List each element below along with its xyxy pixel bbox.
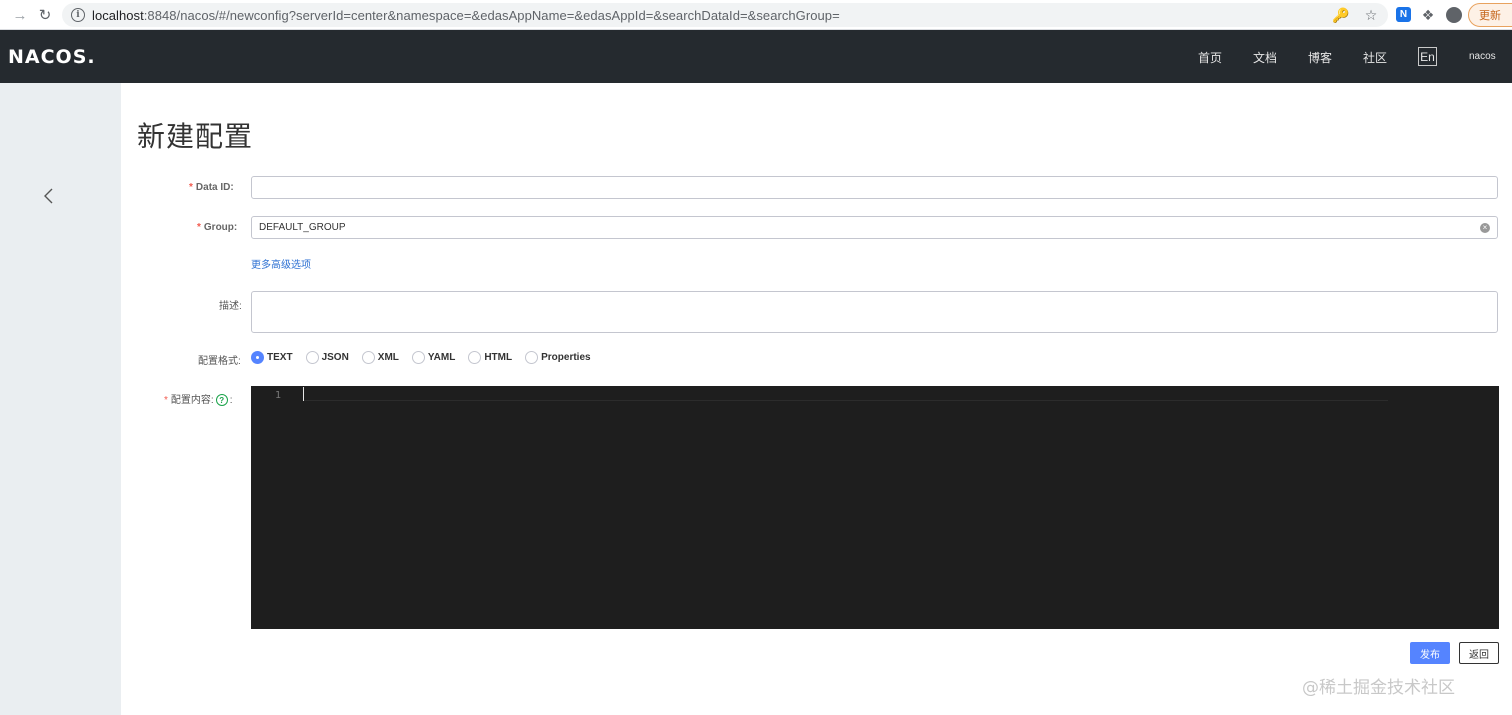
radio-label: XML: [377, 351, 399, 363]
data-id-label-text: Data ID:: [195, 182, 234, 193]
radio-circle: [305, 350, 319, 364]
description-textarea[interactable]: [251, 291, 1498, 333]
group-label-text: Group:: [203, 222, 238, 233]
format-radio-json[interactable]: JSON: [305, 350, 349, 364]
page-title: 新建配置: [137, 120, 254, 153]
user-name[interactable]: nacos: [1469, 51, 1496, 62]
key-icon[interactable]: 🔑: [1332, 6, 1350, 24]
radio-circle: [468, 350, 482, 364]
group-label: * Group:: [197, 222, 237, 233]
star-icon[interactable]: ☆: [1362, 6, 1380, 24]
url-text: localhost:8848/nacos/#/newconfig?serverI…: [92, 8, 840, 23]
group-input[interactable]: DEFAULT_GROUP ×: [251, 216, 1498, 239]
content-label-colon: :: [229, 395, 233, 406]
content-label: * 配置内容:?:: [164, 391, 233, 407]
extension-icon[interactable]: N: [1396, 7, 1411, 22]
text-caret: [303, 387, 304, 401]
radio-circle: [411, 350, 425, 364]
active-line: [303, 386, 1388, 401]
format-radio-group: TEXT JSON XML YAML HTML Properties: [251, 349, 604, 365]
browser-toolbar: → ↻ i localhost:8848/nacos/#/newconfig?s…: [0, 0, 1512, 30]
format-radio-xml[interactable]: XML: [361, 350, 399, 364]
url-path: :8848/nacos/#/newconfig?serverId=center&…: [143, 7, 840, 23]
content-label-text: 配置内容:: [170, 395, 214, 406]
nacos-logo[interactable]: NACOS.: [8, 46, 96, 68]
advanced-options-link[interactable]: 更多高级选项: [251, 256, 311, 271]
data-id-label: * Data ID:: [189, 182, 234, 193]
required-mark: *: [189, 182, 193, 193]
reload-icon[interactable]: ↻: [34, 4, 56, 26]
nav-blog[interactable]: 博客: [1308, 49, 1332, 66]
radio-label: Properties: [541, 351, 591, 363]
forward-arrow-icon[interactable]: →: [9, 4, 31, 26]
nav-docs[interactable]: 文档: [1253, 49, 1277, 66]
config-content-editor[interactable]: 1: [251, 386, 1499, 629]
watermark: @稀土掘金技术社区: [1302, 678, 1455, 698]
nav-community[interactable]: 社区: [1363, 49, 1387, 66]
radio-label: YAML: [427, 351, 456, 363]
required-mark: *: [197, 222, 201, 233]
clear-icon[interactable]: ×: [1480, 223, 1490, 233]
format-label: 配置格式:: [198, 356, 241, 367]
language-toggle[interactable]: En: [1418, 47, 1437, 66]
radio-label: JSON: [321, 351, 349, 363]
sidebar: [0, 83, 121, 715]
group-input-value: DEFAULT_GROUP: [259, 222, 346, 233]
nav-home[interactable]: 首页: [1198, 49, 1222, 66]
radio-label: HTML: [484, 351, 513, 363]
publish-button[interactable]: 发布: [1410, 642, 1450, 664]
radio-circle: [251, 350, 264, 364]
format-radio-text[interactable]: TEXT: [251, 350, 293, 364]
required-mark: *: [164, 395, 168, 406]
format-radio-properties[interactable]: Properties: [525, 350, 591, 364]
line-number: 1: [275, 390, 282, 401]
app-header: NACOS. 首页 文档 博客 社区 En nacos: [0, 30, 1512, 83]
puzzle-icon[interactable]: ❖: [1418, 5, 1438, 25]
radio-circle: [525, 350, 539, 364]
address-bar[interactable]: i localhost:8848/nacos/#/newconfig?serve…: [62, 3, 1388, 27]
update-button[interactable]: 更新: [1468, 3, 1512, 27]
radio-circle: [361, 350, 375, 364]
format-radio-yaml[interactable]: YAML: [411, 350, 456, 364]
profile-avatar-icon[interactable]: [1446, 7, 1462, 23]
url-host: localhost: [92, 7, 144, 23]
info-icon[interactable]: i: [71, 8, 85, 22]
format-radio-html[interactable]: HTML: [468, 350, 513, 364]
description-label: 描述:: [219, 301, 242, 312]
back-chevron-icon[interactable]: [40, 186, 56, 206]
help-icon[interactable]: ?: [215, 394, 228, 407]
radio-label: TEXT: [267, 351, 293, 363]
back-button[interactable]: 返回: [1459, 642, 1499, 664]
data-id-input[interactable]: [251, 176, 1498, 199]
